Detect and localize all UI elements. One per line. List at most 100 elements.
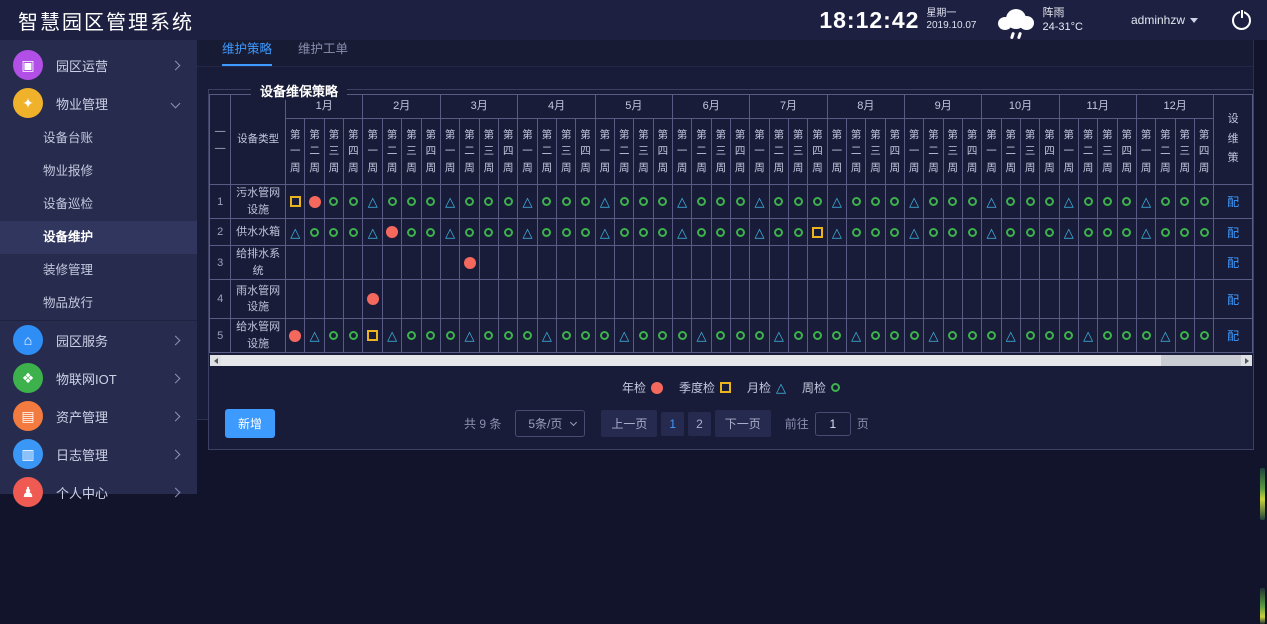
week-header: 第一周 <box>440 119 459 185</box>
weekly-check-symbol <box>620 228 629 237</box>
page-1-button[interactable]: 1 <box>661 412 684 436</box>
schedule-cell <box>576 185 595 219</box>
week-header: 第四周 <box>885 119 904 185</box>
schedule-cell: △ <box>769 319 788 353</box>
weekly-check-symbol <box>1161 197 1170 206</box>
sidebar-subitem[interactable]: 装修管理 <box>0 254 197 287</box>
configure-link[interactable]: 配 <box>1214 185 1253 219</box>
submenu: 设备台账物业报修设备巡检设备维护装修管理物品放行 <box>0 122 197 321</box>
vertical-scrollbar-fragment[interactable] <box>1260 588 1265 624</box>
goto-prefix: 前往 <box>785 415 809 432</box>
schedule-cell <box>402 246 421 280</box>
weekly-check-symbol <box>678 331 687 340</box>
schedule-cell <box>576 246 595 280</box>
week-header: 第二周 <box>692 119 711 185</box>
weekly-check-symbol <box>697 228 706 237</box>
schedule-cell <box>1098 280 1117 319</box>
week-header: 第三周 <box>557 119 576 185</box>
sidebar-subitem[interactable]: 物业报修 <box>0 155 197 188</box>
sidebar-item-0[interactable]: ▣园区运营 <box>0 46 197 84</box>
monthly-check-symbol: △ <box>1064 226 1074 239</box>
week-header: 第三周 <box>1098 119 1117 185</box>
week-header: 第四周 <box>962 119 981 185</box>
prev-page-button[interactable]: 上一页 <box>601 410 657 437</box>
user-menu[interactable]: adminhzw <box>1131 13 1198 27</box>
top-header: 智慧园区管理系统 18:12:42 星期一 2019.10.07 阵雨 24-3… <box>0 0 1267 40</box>
sidebar-item-5[interactable]: ▥日志管理 <box>0 435 197 473</box>
weekly-check-symbol <box>929 197 938 206</box>
monthly-check-symbol: △ <box>1083 329 1093 342</box>
configure-link[interactable]: 配 <box>1214 319 1253 353</box>
schedule-cell: △ <box>1156 319 1175 353</box>
schedule-cell <box>557 185 576 219</box>
schedule-cell: △ <box>827 219 846 246</box>
weekly-check-symbol <box>831 383 840 392</box>
weekly-check-symbol <box>794 197 803 206</box>
weekly-check-symbol <box>910 331 919 340</box>
sidebar-subitem[interactable]: 物品放行 <box>0 287 197 320</box>
tab-0[interactable]: 维护策略 <box>222 38 272 66</box>
scroll-left-icon[interactable] <box>210 355 221 366</box>
week-header: 第四周 <box>1040 119 1059 185</box>
week-header: 第三周 <box>634 119 653 185</box>
schedule-cell <box>788 185 807 219</box>
schedule-cell <box>324 219 343 246</box>
row-index: 1 <box>210 185 231 219</box>
schedule-cell <box>1040 246 1059 280</box>
horizontal-scrollbar[interactable] <box>210 355 1252 366</box>
scroll-right-icon[interactable] <box>1241 355 1252 366</box>
week-header: 第三周 <box>943 119 962 185</box>
vertical-scrollbar-fragment[interactable] <box>1260 468 1265 520</box>
schedule-cell <box>847 246 866 280</box>
chevron-right-icon <box>171 335 181 345</box>
weekly-check-symbol <box>1122 228 1131 237</box>
sidebar-item-1[interactable]: ✦物业管理 <box>0 84 197 122</box>
schedule-cell <box>885 280 904 319</box>
configure-link[interactable]: 配 <box>1214 280 1253 319</box>
sidebar-subitem[interactable]: 设备台账 <box>0 122 197 155</box>
sidebar-subitem[interactable]: 设备维护 <box>0 221 197 254</box>
schedule-cell <box>1020 319 1039 353</box>
month-header: 6月 <box>673 95 750 119</box>
page-size-select[interactable]: 5条/页 <box>515 410 585 437</box>
weekly-check-symbol <box>658 228 667 237</box>
monthly-check-symbol: △ <box>387 329 397 342</box>
tab-1[interactable]: 维护工单 <box>298 38 348 66</box>
monthly-check-symbol: △ <box>909 195 919 208</box>
schedule-cell <box>460 246 479 280</box>
sidebar-item-6[interactable]: ♟个人中心 <box>0 473 197 511</box>
schedule-cell <box>653 219 672 246</box>
schedule-cell <box>382 246 401 280</box>
schedule-cell <box>460 185 479 219</box>
schedule-cell <box>305 246 324 280</box>
goto-page-input[interactable] <box>815 412 851 436</box>
sidebar-item-4[interactable]: ▤资产管理 <box>0 397 197 435</box>
schedule-cell <box>557 219 576 246</box>
sidebar-nav: ▣园区运营✦物业管理设备台账物业报修设备巡检设备维护装修管理物品放行⌂园区服务❖… <box>0 40 197 494</box>
sidebar-item-3[interactable]: ❖物联网IOT <box>0 359 197 397</box>
weekly-check-symbol <box>813 331 822 340</box>
schedule-cell <box>1098 185 1117 219</box>
month-header: 10月 <box>982 95 1059 119</box>
power-logout-icon[interactable] <box>1232 11 1251 30</box>
add-button[interactable]: 新增 <box>225 409 275 438</box>
schedule-cell <box>499 246 518 280</box>
weekly-check-symbol <box>407 331 416 340</box>
sidebar-item-2[interactable]: ⌂园区服务 <box>0 321 197 359</box>
week-header: 第四周 <box>421 119 440 185</box>
schedule-cell <box>1001 246 1020 280</box>
monthly-check-symbol: △ <box>1064 195 1074 208</box>
next-page-button[interactable]: 下一页 <box>715 410 771 437</box>
week-header: 第二周 <box>769 119 788 185</box>
page-2-button[interactable]: 2 <box>688 412 711 436</box>
week-header: 第三周 <box>1020 119 1039 185</box>
scrollbar-thumb[interactable] <box>221 355 1161 366</box>
configure-link[interactable]: 配 <box>1214 219 1253 246</box>
monthly-check-symbol: △ <box>600 226 610 239</box>
configure-link[interactable]: 配 <box>1214 246 1253 280</box>
sidebar-subitem[interactable]: 设备巡检 <box>0 188 197 221</box>
week-header: 第二周 <box>1156 119 1175 185</box>
schedule-cell <box>557 319 576 353</box>
schedule-cell <box>634 280 653 319</box>
weekly-check-symbol <box>1103 331 1112 340</box>
